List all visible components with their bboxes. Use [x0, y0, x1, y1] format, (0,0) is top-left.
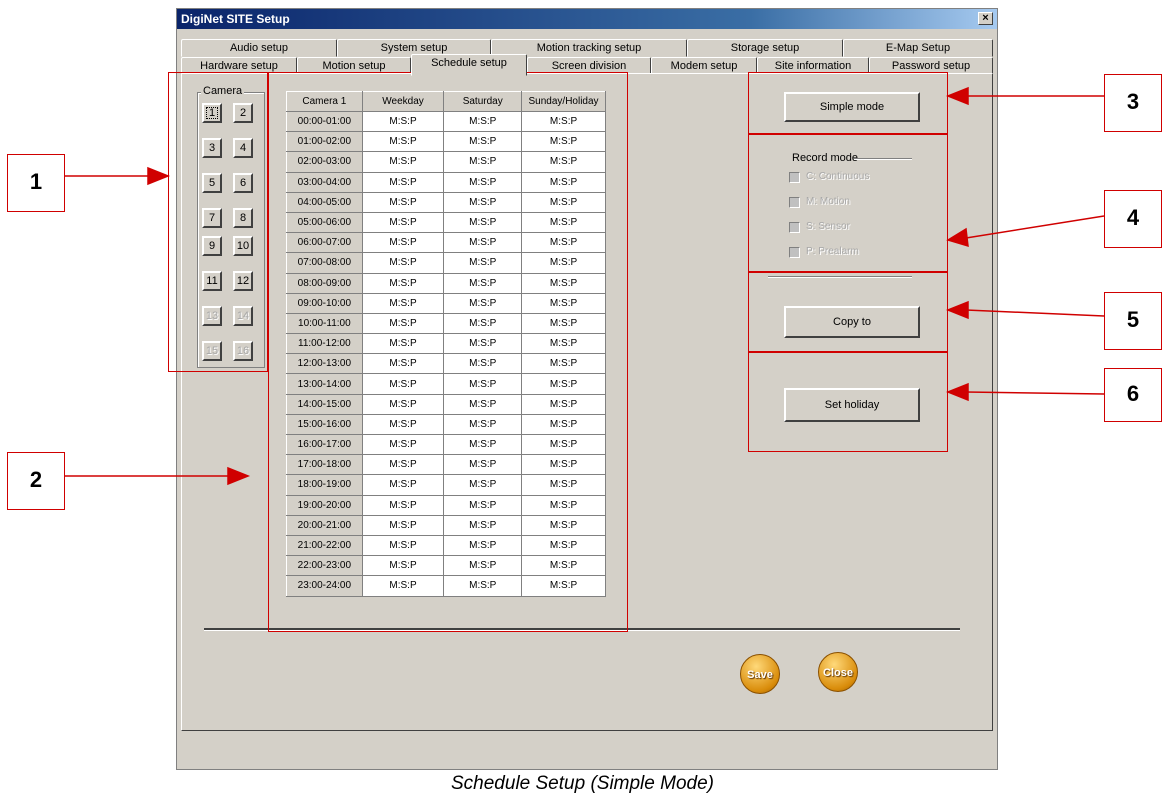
arrow-1-head [147, 166, 171, 186]
arrow-4-head [946, 227, 969, 248]
arrow-4-line [965, 215, 1105, 239]
arrow-2-head [227, 466, 251, 486]
arrow-5-head [945, 300, 969, 320]
annotation-arrows [65, 86, 1105, 486]
figure-caption: Schedule Setup (Simple Mode) [451, 773, 714, 794]
tab-schedule-setup[interactable]: Schedule setup [411, 54, 527, 76]
arrow-5-line [965, 309, 1105, 317]
arrow-3-head [945, 86, 969, 106]
arrow-6-head [945, 382, 969, 402]
arrow-6-line [965, 391, 1105, 395]
